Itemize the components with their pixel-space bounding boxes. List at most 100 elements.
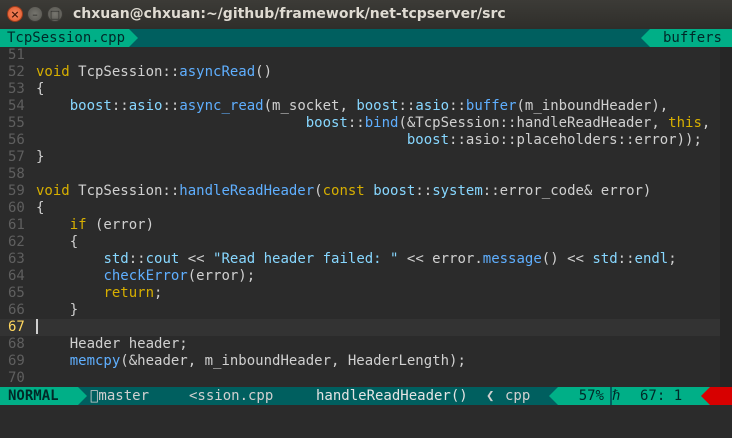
- code-token: ::: [398, 98, 416, 114]
- code-text: {: [36, 81, 44, 98]
- code-text: Header header;: [36, 336, 188, 353]
- code-token: (): [255, 64, 273, 80]
- color-column: [720, 234, 732, 251]
- maximize-button[interactable]: □: [47, 6, 63, 22]
- code-text: boost::bind(&TcpSession::handleReadHeade…: [36, 115, 711, 132]
- code-token: }: [69, 302, 79, 318]
- code-token: void: [36, 64, 70, 80]
- code-token: boost: [406, 132, 450, 148]
- code-token: ;: [668, 251, 677, 267]
- code-token: {: [36, 81, 45, 97]
- code-line[interactable]: 61 if (error): [0, 217, 732, 234]
- code-line[interactable]: 55 boost::bind(&TcpSession::handleReadHe…: [0, 115, 732, 132]
- color-column: [720, 251, 732, 268]
- code-line[interactable]: 53 {: [0, 81, 732, 98]
- code-token: bind: [364, 115, 399, 131]
- line-number: 56: [8, 132, 25, 148]
- color-column: [720, 268, 732, 285]
- line-number: 62: [8, 234, 25, 250]
- code-line[interactable]: 60 {: [0, 200, 732, 217]
- color-column: [720, 47, 732, 64]
- close-button[interactable]: ×: [7, 6, 23, 22]
- code-text: std::cout << "Read header failed: " << e…: [36, 251, 677, 268]
- tab-active-file[interactable]: TcpSession.cpp: [0, 29, 139, 47]
- code-token: ::: [617, 251, 635, 267]
- code-line[interactable]: 62 {: [0, 234, 732, 251]
- status-filetype: cpp: [505, 388, 531, 404]
- code-line[interactable]: 56 boost::asio::placeholders::error));: [0, 132, 732, 149]
- code-text: {: [36, 234, 78, 251]
- code-line[interactable]: 63 std::cout << "Read header failed: " <…: [0, 251, 732, 268]
- code-text: }: [36, 302, 78, 319]
- code-token: buffer: [465, 98, 517, 114]
- code-line[interactable]: 69 memcpy(&header, m_inboundHeader, Head…: [0, 353, 732, 370]
- line-number: 63: [8, 251, 25, 267]
- line-number: 58: [8, 166, 25, 182]
- code-line[interactable]: 51: [0, 47, 732, 64]
- code-text: boost::asio::async_read(m_socket, boost:…: [36, 98, 669, 115]
- code-token: asyncRead: [179, 64, 256, 80]
- code-text: void TcpSession::handleReadHeader(const …: [36, 183, 651, 200]
- color-column: [720, 98, 732, 115]
- code-line[interactable]: 68 Header header;: [0, 336, 732, 353]
- status-function: handleReadHeader(): [316, 388, 468, 404]
- code-token: }: [36, 149, 45, 165]
- code-token: ;: [154, 285, 163, 301]
- code-line[interactable]: 64 checkError(error);: [0, 268, 732, 285]
- code-token: ,: [701, 115, 711, 131]
- code-token: ::error_code& error): [482, 183, 652, 199]
- text-cursor: [36, 318, 38, 334]
- code-line[interactable]: 66 }: [0, 302, 732, 319]
- code-text: if (error): [36, 217, 154, 234]
- command-line[interactable]: [0, 405, 732, 438]
- color-column: [720, 336, 732, 353]
- code-line[interactable]: 70: [0, 370, 732, 387]
- code-token: ::asio::placeholders::error));: [449, 132, 702, 148]
- code-token: <<: [179, 251, 214, 267]
- code-token: boost: [69, 98, 112, 114]
- code-token: async_read: [179, 98, 264, 114]
- line-number: 65: [8, 285, 25, 301]
- color-column: [720, 319, 732, 336]
- code-line[interactable]: 57}: [0, 149, 732, 166]
- code-token: this: [668, 115, 702, 131]
- title-bar: × – □ chxuan@chxuan:~/github/framework/n…: [0, 0, 732, 30]
- code-token: {: [36, 200, 45, 216]
- color-column: [720, 81, 732, 98]
- editor-pane[interactable]: 51 52 void TcpSession::asyncRead() 53{54 bo…: [0, 47, 732, 387]
- code-token: (m_inboundHeader),: [516, 98, 669, 114]
- code-line[interactable]: 54 boost::asio::async_read(m_socket, boo…: [0, 98, 732, 115]
- code-token: const: [322, 183, 365, 199]
- code-token: ::: [449, 98, 466, 114]
- status-position: 67: 1: [626, 387, 710, 405]
- code-token: {: [69, 234, 79, 250]
- code-text: checkError(error);: [36, 268, 255, 285]
- warning-indicator: [701, 387, 732, 405]
- code-line[interactable]: 58: [0, 166, 732, 183]
- line-number: 68: [8, 336, 25, 352]
- color-column: [720, 217, 732, 234]
- code-line[interactable]: 59 void TcpSession::handleReadHeader(cons…: [0, 183, 732, 200]
- code-token: std: [103, 251, 129, 267]
- code-token: checkError: [103, 268, 188, 284]
- line-number: 69: [8, 353, 25, 369]
- minimize-button[interactable]: –: [27, 6, 43, 22]
- code-line[interactable]: 67: [0, 318, 732, 336]
- line-number: 51: [8, 47, 25, 63]
- code-line[interactable]: 65 return;: [0, 285, 732, 302]
- line-number: 57: [8, 149, 25, 165]
- code-line[interactable]: 52 void TcpSession::asyncRead(): [0, 64, 732, 81]
- code-text: }: [36, 149, 44, 166]
- code-token: handleReadHeader: [179, 183, 315, 199]
- terminal-window: × – □ chxuan@chxuan:~/github/framework/n…: [0, 0, 732, 438]
- vim-statusline: NORMAL master <ssion.cpp handleReadHead…: [0, 387, 732, 405]
- status-filename: <ssion.cpp: [189, 388, 274, 404]
- close-icon: ×: [10, 7, 20, 21]
- code-token: (error);: [187, 268, 256, 284]
